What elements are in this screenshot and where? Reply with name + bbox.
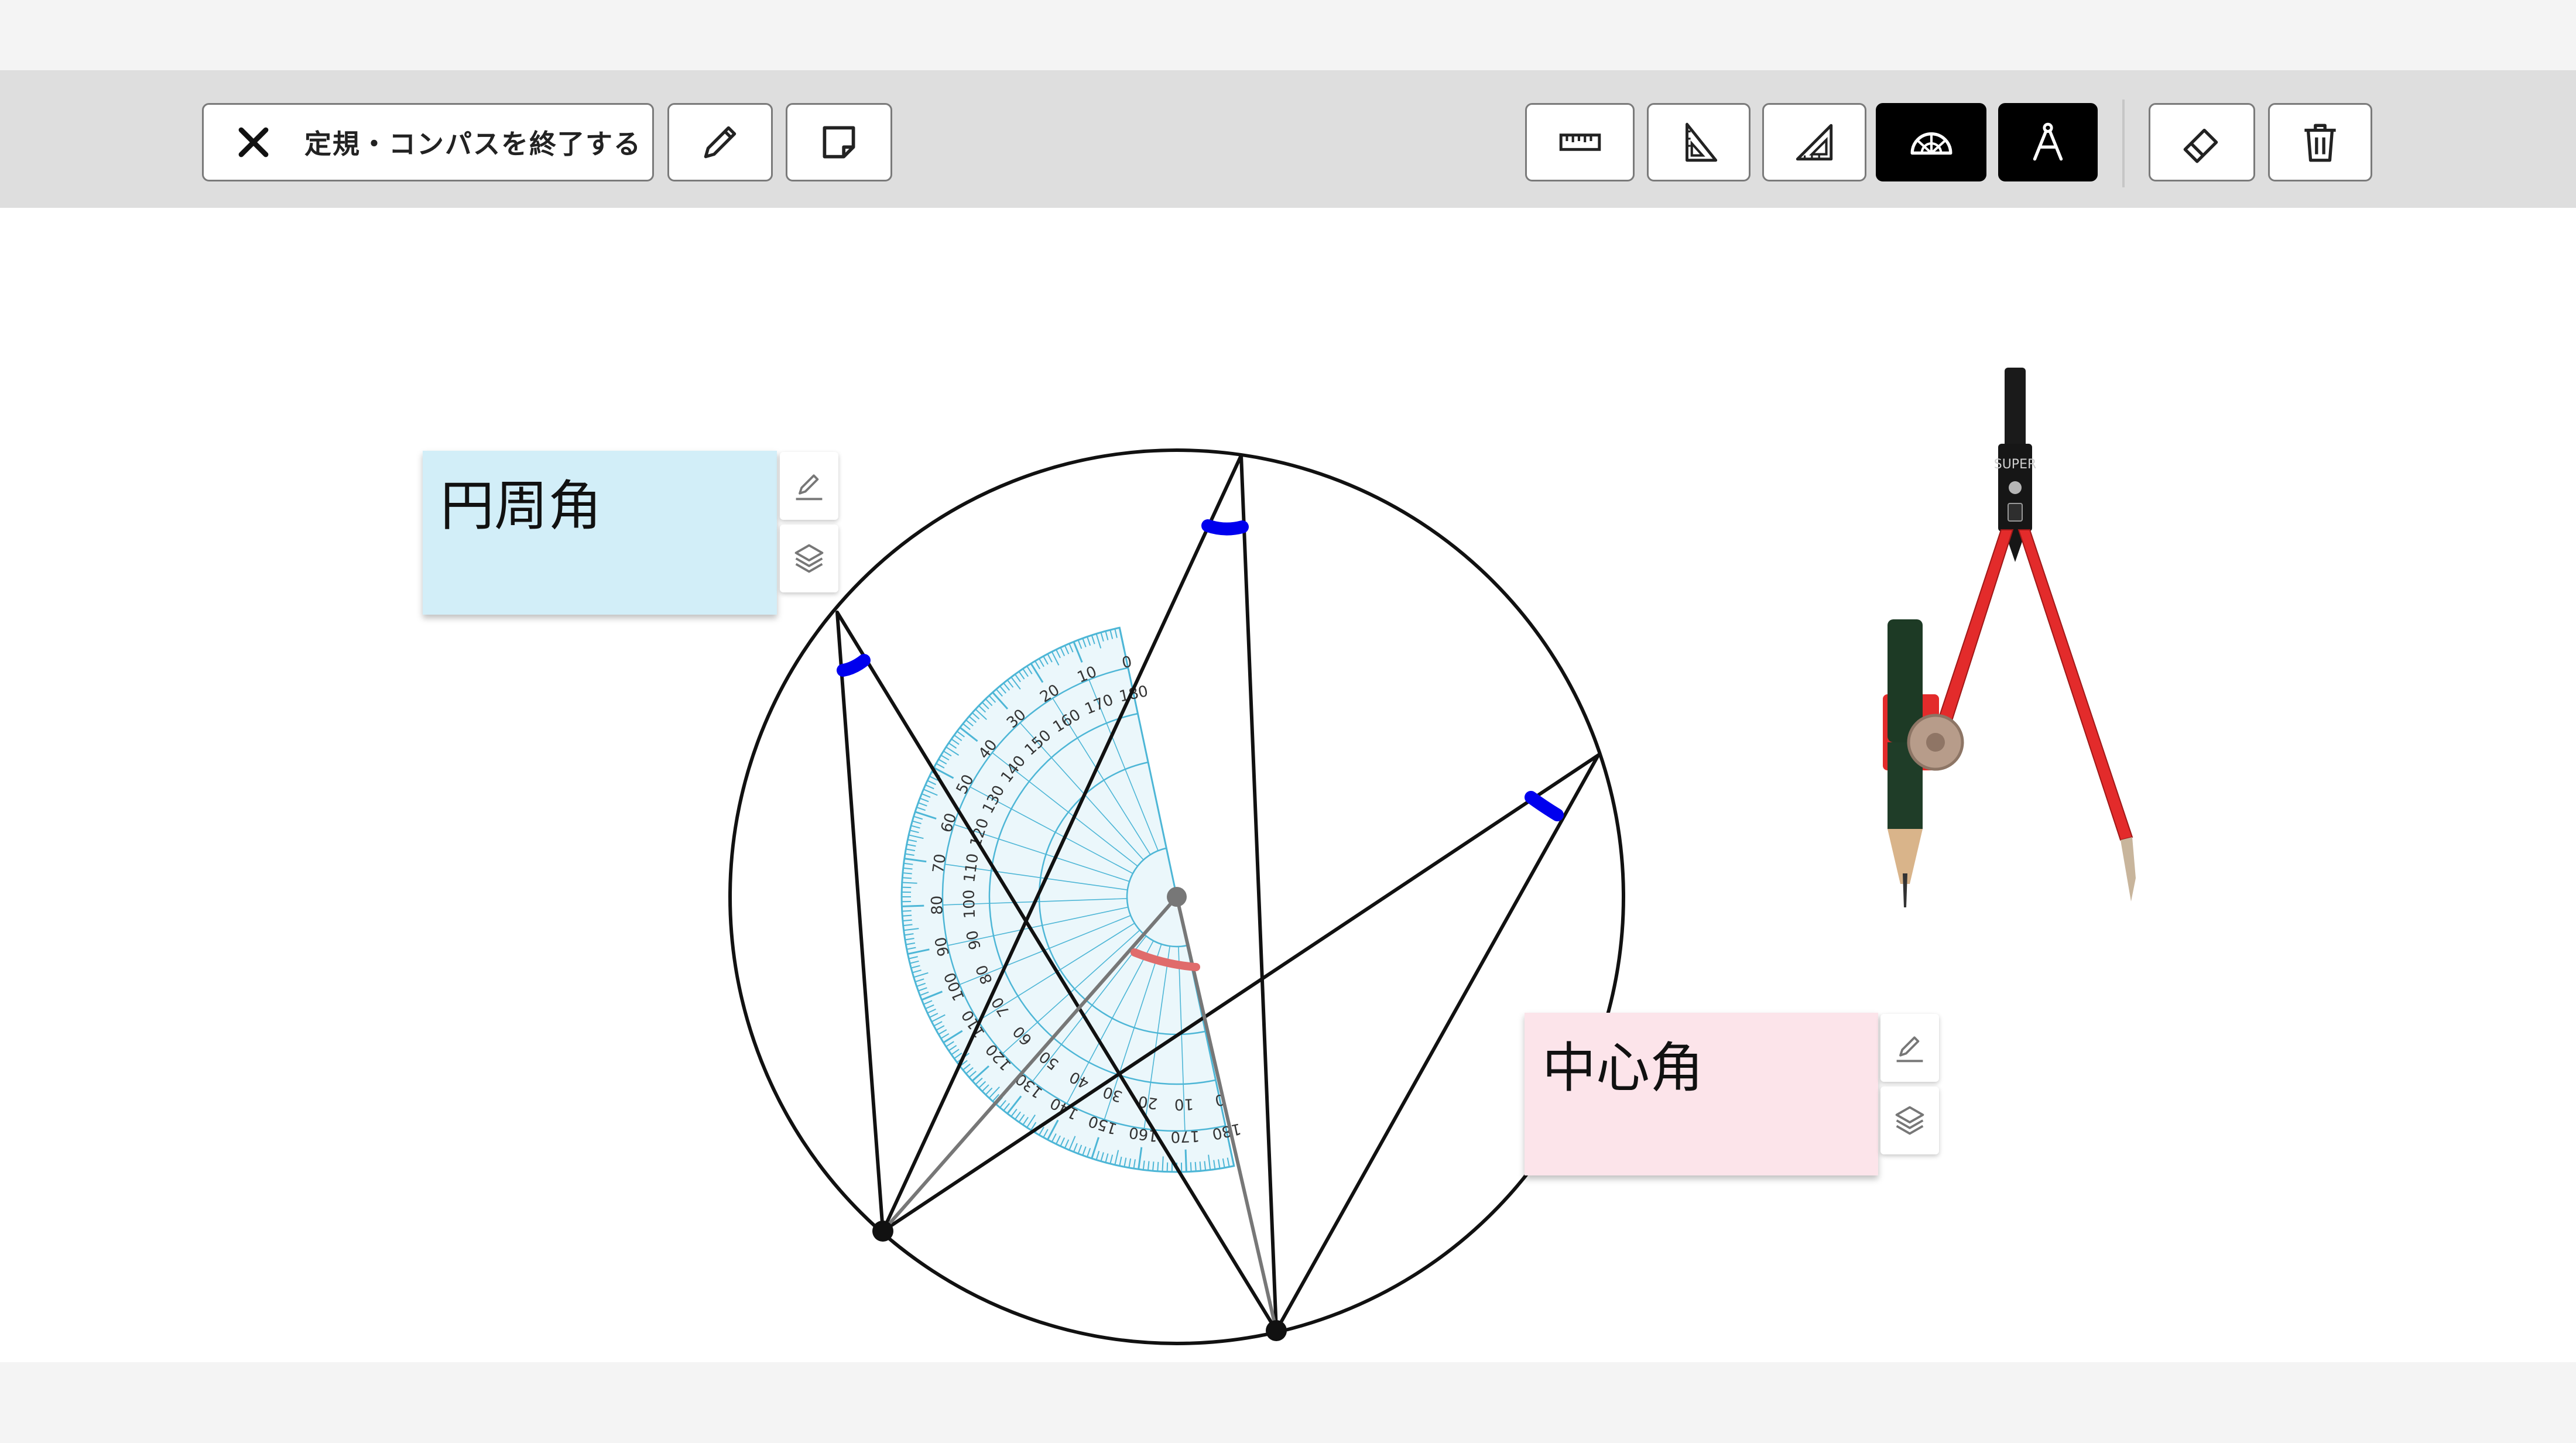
layers-icon — [1895, 1106, 1924, 1135]
protractor-label: 70 — [930, 853, 950, 875]
protractor[interactable]: 0102030405060708090100110120130140150 160… — [851, 625, 1248, 1223]
layers-icon — [794, 544, 824, 573]
note-edit-button[interactable] — [780, 452, 838, 520]
protractor-label: 170 — [1170, 1127, 1200, 1146]
compass[interactable]: SUPER — [1883, 368, 2136, 907]
note-layer-button[interactable] — [1880, 1086, 1939, 1154]
protractor-label: 100 — [960, 889, 979, 919]
sticky-note-central-angle[interactable]: 中心角 — [1525, 1013, 1878, 1175]
sticky-note-inscribed-angle[interactable]: 円周角 — [423, 451, 777, 615]
note-edit-button[interactable] — [1880, 1014, 1939, 1082]
note-layer-button[interactable] — [780, 525, 838, 592]
pencil-icon — [1896, 1036, 1923, 1062]
protractor-label: 80 — [929, 895, 947, 915]
bottom-bar — [0, 1362, 2576, 1443]
geometry-drawing: 0102030405060708090100110120130140150 160… — [728, 368, 2136, 1345]
point-b — [1266, 1320, 1287, 1341]
point-a — [872, 1221, 893, 1242]
protractor-label: 10 — [1174, 1095, 1194, 1113]
note-text: 中心角 — [1542, 1037, 1704, 1099]
pencil-icon — [796, 474, 823, 501]
compass-brand: SUPER — [1994, 457, 2037, 472]
circle-center-point — [1167, 887, 1187, 907]
note-text: 円周角 — [440, 475, 602, 537]
